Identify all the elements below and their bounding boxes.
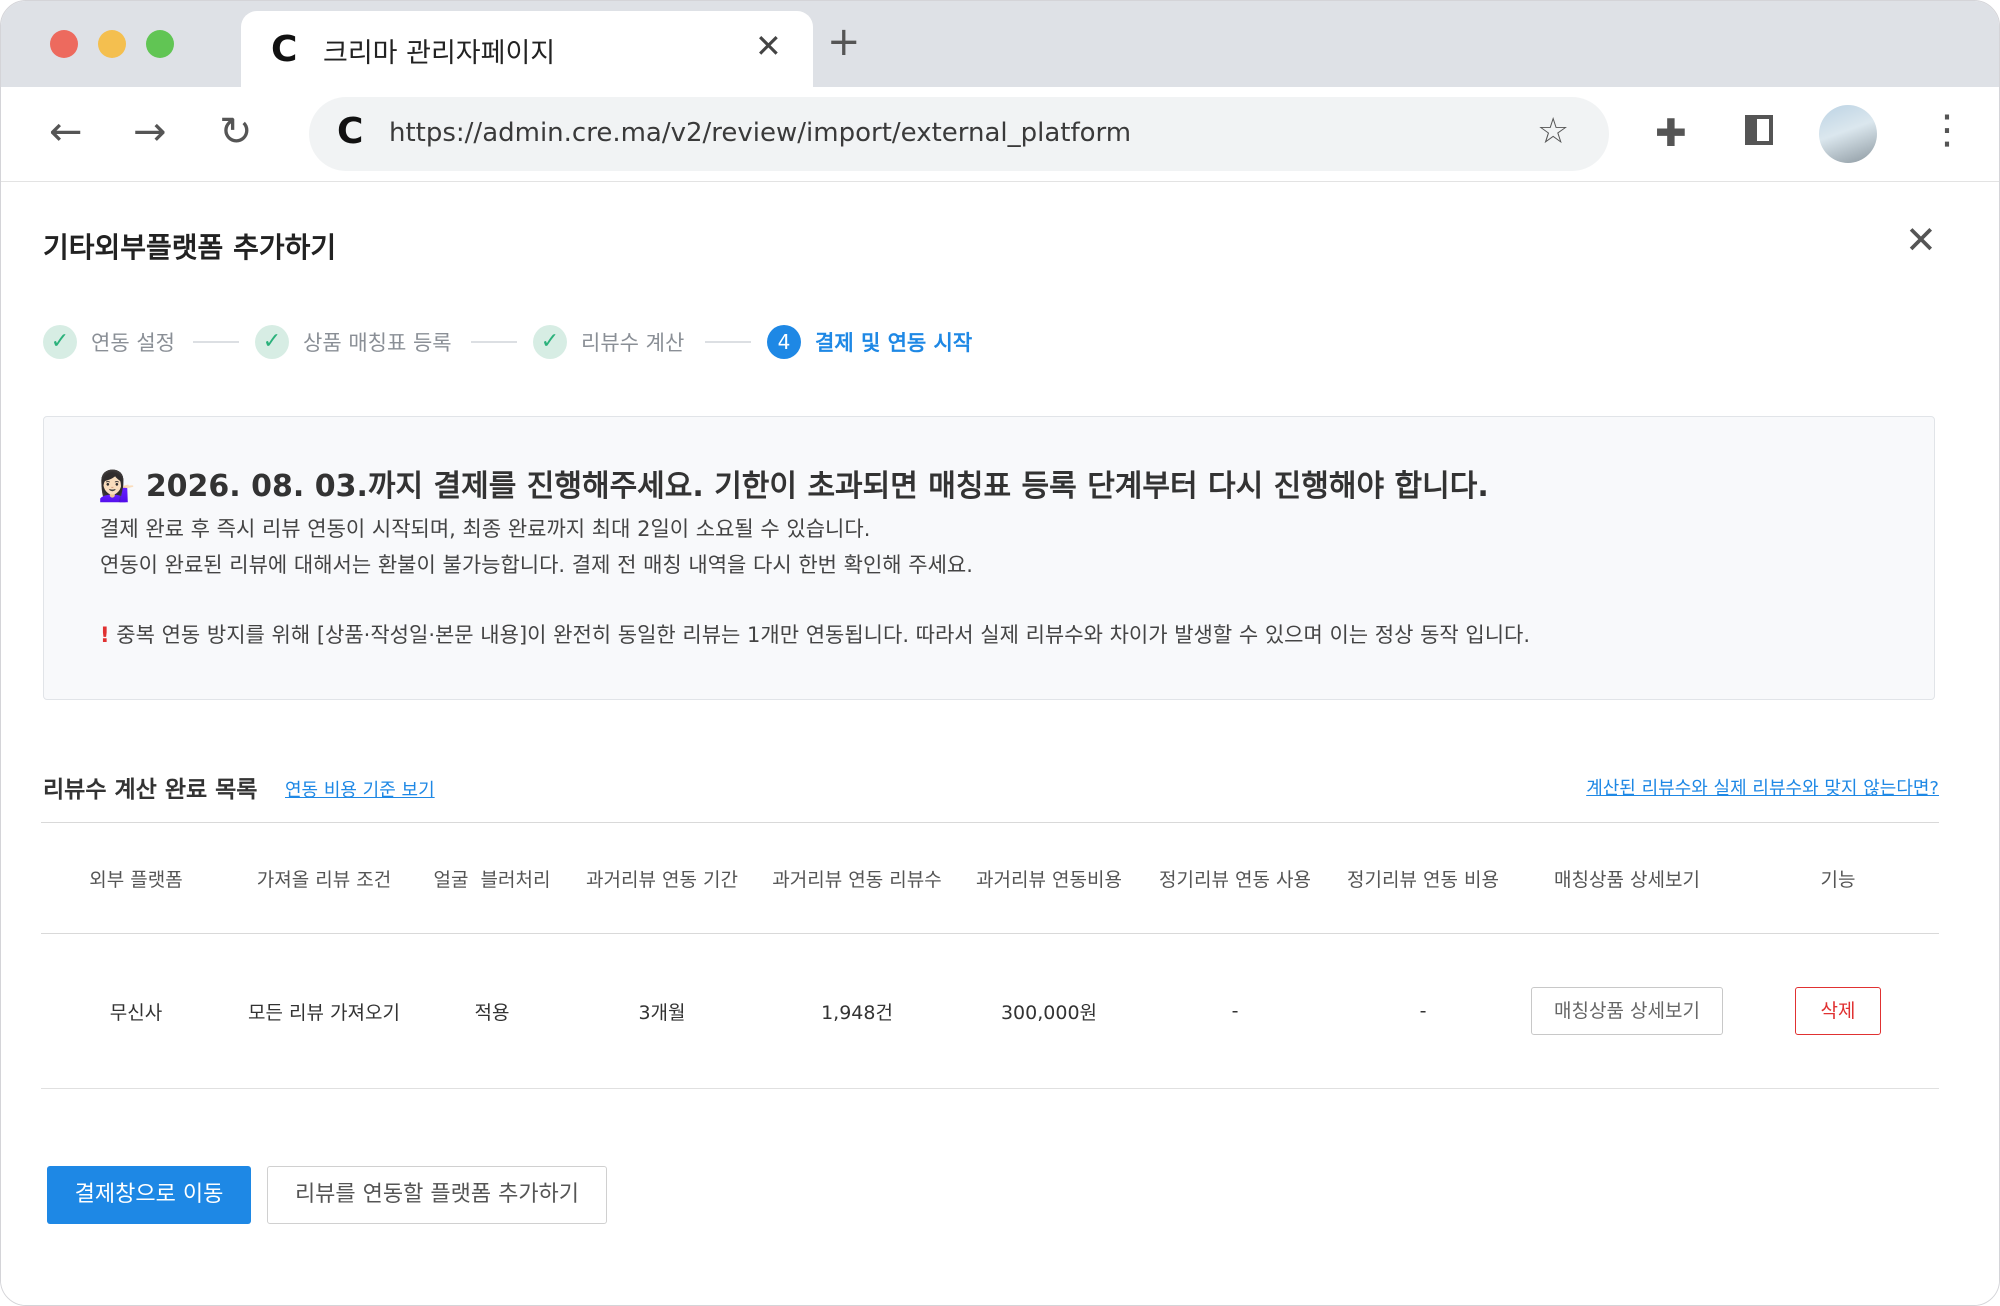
notice-headline-text: 2026. 08. 03.까지 결제를 진행해주세요. 기한이 초과되면 매칭표… — [145, 469, 1489, 504]
step-connector — [193, 341, 239, 343]
section-title: 리뷰수 계산 완료 목록 — [43, 777, 258, 803]
check-icon: ✓ — [43, 325, 77, 359]
site-logo-icon: C — [337, 111, 364, 152]
step-label: 상품 매칭표 등록 — [303, 331, 452, 355]
step-3: ✓ 리뷰수 계산 — [533, 322, 684, 362]
step-connector — [471, 341, 517, 343]
period-cell: 3개월 — [567, 933, 757, 1089]
notice-warning-text: 중복 연동 방지를 위해 [상품·작성일·본문 내용]이 완전히 동일한 리뷰는… — [116, 623, 1531, 647]
tab-strip: C 크리마 관리자페이지 ✕ + — [1, 1, 1999, 87]
address-bar[interactable]: C https://admin.cre.ma/v2/review/import/… — [309, 97, 1609, 171]
action-cell: 삭제 — [1737, 933, 1939, 1089]
column-header: 정기리뷰 연동 사용 — [1141, 822, 1329, 934]
step-number: 4 — [767, 325, 801, 359]
check-icon: ✓ — [255, 325, 289, 359]
profile-avatar[interactable] — [1819, 105, 1877, 163]
close-window-button[interactable] — [50, 30, 78, 58]
review-count-cell: 1,948건 — [757, 933, 957, 1089]
page-content: 기타외부플랫폼 추가하기 ✕ ✓ 연동 설정 ✓ 상품 매칭표 등록 ✓ 리뷰수… — [1, 182, 1999, 1305]
person-tipping-hand-icon: 💁🏻‍♀️ — [98, 469, 136, 504]
review-mismatch-link[interactable]: 계산된 리뷰수와 실제 리뷰수와 맞지 않는다면? — [1586, 774, 1939, 800]
column-header: 외부 플랫폼 — [41, 822, 231, 934]
close-icon[interactable]: ✕ — [1905, 218, 1937, 262]
delete-button[interactable]: 삭제 — [1795, 987, 1881, 1035]
step-2: ✓ 상품 매칭표 등록 — [255, 322, 452, 362]
url-text[interactable]: https://admin.cre.ma/v2/review/import/ex… — [389, 118, 1131, 148]
step-label: 연동 설정 — [91, 331, 175, 355]
column-header: 과거리뷰 연동 리뷰수 — [757, 822, 957, 934]
tab-title: 크리마 관리자페이지 — [323, 38, 556, 69]
column-header: 얼굴 블러처리 — [417, 822, 567, 934]
matching-detail-button[interactable]: 매칭상품 상세보기 — [1531, 987, 1723, 1035]
browser-tab[interactable]: C 크리마 관리자페이지 ✕ — [241, 11, 813, 87]
step-label: 리뷰수 계산 — [581, 331, 685, 355]
reload-icon[interactable]: ↻ — [219, 109, 253, 155]
step-4: 4 결제 및 연동 시작 — [767, 322, 972, 362]
extensions-puzzle-icon[interactable]: ✚ — [1655, 111, 1687, 155]
back-arrow-icon[interactable]: ← — [49, 109, 83, 155]
bookmark-star-icon[interactable]: ☆ — [1537, 111, 1569, 152]
regular-cost-cell: - — [1329, 933, 1517, 1089]
step-1: ✓ 연동 설정 — [43, 322, 175, 362]
notice-warning: ! 중복 연동 방지를 위해 [상품·작성일·본문 내용]이 완전히 동일한 리… — [100, 619, 1530, 649]
review-count-table: 외부 플랫폼 가져올 리뷰 조건 얼굴 블러처리 과거리뷰 연동 기간 과거리뷰… — [41, 822, 1939, 1089]
go-to-payment-button[interactable]: 결제창으로 이동 — [47, 1166, 251, 1224]
column-header: 가져올 리뷰 조건 — [231, 822, 417, 934]
blur-cell: 적용 — [417, 933, 567, 1089]
detail-cell: 매칭상품 상세보기 — [1517, 933, 1737, 1089]
cost-cell: 300,000원 — [957, 933, 1141, 1089]
side-panel-icon[interactable] — [1745, 115, 1773, 145]
column-header: 정기리뷰 연동 비용 — [1329, 822, 1517, 934]
column-header: 과거리뷰 연동 기간 — [567, 822, 757, 934]
regular-use-cell: - — [1141, 933, 1329, 1089]
condition-cell: 모든 리뷰 가져오기 — [231, 933, 417, 1089]
stepper: ✓ 연동 설정 ✓ 상품 매칭표 등록 ✓ 리뷰수 계산 4 결제 및 연동 시… — [43, 322, 1043, 362]
crema-logo-icon: C — [271, 29, 298, 70]
new-tab-button[interactable]: + — [827, 19, 861, 65]
payment-notice: 💁🏻‍♀️ 2026. 08. 03.까지 결제를 진행해주세요. 기한이 초과… — [43, 416, 1935, 700]
notice-line: 결제 완료 후 즉시 리뷰 연동이 시작되며, 최종 완료까지 최대 2일이 소… — [100, 517, 871, 541]
check-icon: ✓ — [533, 325, 567, 359]
minimize-window-button[interactable] — [98, 30, 126, 58]
kebab-menu-icon[interactable]: ⋮ — [1927, 107, 1967, 153]
browser-window: C 크리마 관리자페이지 ✕ + ← → ↻ C https://admin.c… — [0, 0, 2000, 1306]
page-title: 기타외부플랫폼 추가하기 — [43, 231, 337, 264]
table-row: 무신사 모든 리뷰 가져오기 적용 3개월 1,948건 300,000원 - … — [41, 933, 1939, 1089]
step-label: 결제 및 연동 시작 — [815, 331, 973, 355]
browser-toolbar: ← → ↻ C https://admin.cre.ma/v2/review/i… — [1, 87, 1999, 182]
add-platform-button[interactable]: 리뷰를 연동할 플랫폼 추가하기 — [267, 1166, 607, 1224]
platform-cell: 무신사 — [41, 933, 231, 1089]
column-header: 기능 — [1737, 822, 1939, 934]
table-header-row: 외부 플랫폼 가져올 리뷰 조건 얼굴 블러처리 과거리뷰 연동 기간 과거리뷰… — [41, 822, 1939, 934]
forward-arrow-icon[interactable]: → — [133, 109, 167, 155]
exclamation-icon: ! — [100, 623, 110, 647]
maximize-window-button[interactable] — [146, 30, 174, 58]
notice-line: 연동이 완료된 리뷰에 대해서는 환불이 불가능합니다. 결제 전 매칭 내역을… — [100, 553, 973, 577]
notice-headline: 💁🏻‍♀️ 2026. 08. 03.까지 결제를 진행해주세요. 기한이 초과… — [98, 461, 1489, 505]
step-connector — [705, 341, 751, 343]
column-header: 매칭상품 상세보기 — [1517, 822, 1737, 934]
tab-close-icon[interactable]: ✕ — [755, 27, 782, 65]
cost-criteria-link[interactable]: 연동 비용 기준 보기 — [285, 776, 435, 802]
column-header: 과거리뷰 연동비용 — [957, 822, 1141, 934]
